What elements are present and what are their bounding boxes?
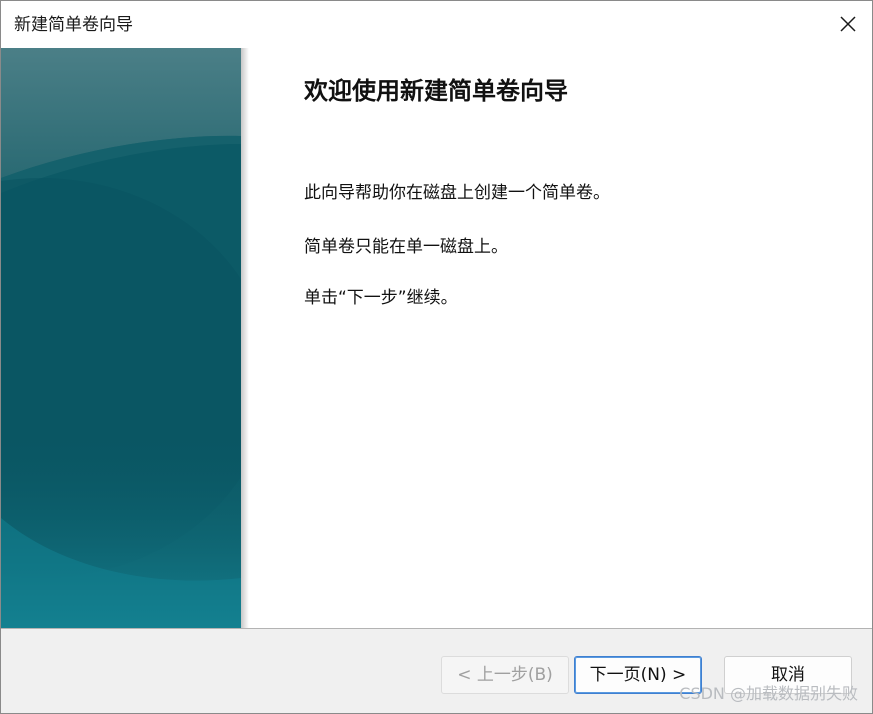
banner-wave-graphic — [1, 48, 241, 628]
close-icon — [840, 16, 856, 32]
watermark-text: CSDN @加载数据别失败 — [679, 684, 858, 703]
wizard-window: 新建简单卷向导 欢迎使用新建简单卷向导 此向导帮助你在磁盘上创建一个简单卷。 简… — [0, 0, 873, 714]
title-bar: 新建简单卷向导 — [1, 1, 872, 48]
window-title: 新建简单卷向导 — [14, 15, 133, 35]
continue-instruction: 单击“下一步”继续。 — [304, 288, 458, 308]
wizard-banner-image — [1, 48, 241, 628]
banner-edge-shadow — [241, 48, 249, 628]
intro-text: 此向导帮助你在磁盘上创建一个简单卷。 — [304, 183, 610, 203]
wizard-content: 欢迎使用新建简单卷向导 此向导帮助你在磁盘上创建一个简单卷。 简单卷只能在单一磁… — [249, 48, 872, 628]
close-button[interactable] — [824, 1, 872, 48]
single-disk-note: 简单卷只能在单一磁盘上。 — [304, 237, 508, 257]
button-bar: < 上一步(B) 下一页(N) > 取消 CSDN @加载数据别失败 — [1, 628, 872, 713]
back-button[interactable]: < 上一步(B) — [441, 656, 569, 694]
page-heading: 欢迎使用新建简单卷向导 — [304, 77, 568, 105]
